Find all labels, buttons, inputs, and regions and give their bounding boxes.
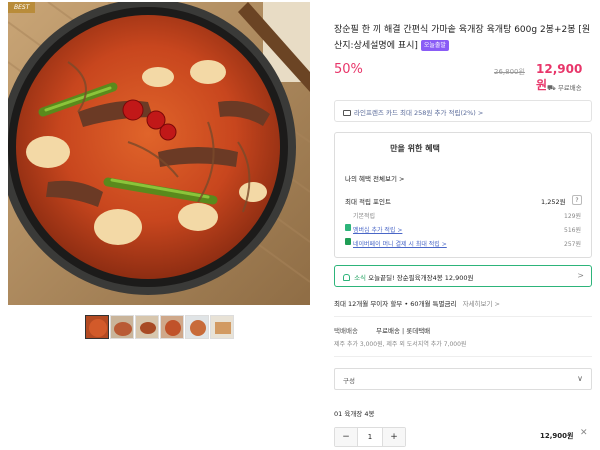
chevron-down-icon: ∨ <box>577 374 583 383</box>
delivery-method-value: 무료배송 | 롯데택배 <box>376 327 431 335</box>
quantity-input[interactable]: 1 <box>357 428 383 446</box>
point-row-value: 516원 <box>564 227 581 234</box>
remove-item-icon[interactable]: ✕ <box>580 428 588 438</box>
thumbnail-1[interactable] <box>85 315 109 339</box>
installment-more-link[interactable]: 자세히보기 > <box>463 300 500 308</box>
option-select-label: 구성 <box>343 377 355 385</box>
card-benefit-banner[interactable]: 라인프렌즈 카드 최대 258원 추가 적립(2%) > <box>334 100 592 122</box>
card-benefit-text: 라인프렌즈 카드 최대 258원 추가 적립(2%) > <box>354 109 484 117</box>
point-row-value: 129원 <box>564 213 581 220</box>
divider <box>334 356 592 357</box>
thumbnail-6[interactable] <box>210 315 234 339</box>
product-main-image[interactable]: BEST <box>8 2 310 305</box>
deal-notification-bar[interactable]: 소식 오늘끝딜! 장순필육개장4봉 12,900원 > <box>334 265 592 287</box>
point-row-label: 기본적립 <box>353 213 376 220</box>
shipping-info: ⛟ 무료배송 <box>547 82 582 93</box>
bell-icon <box>343 274 350 281</box>
quantity-stepper: − 1 + <box>334 427 406 447</box>
delivery-extra-fee-note: 제주 추가 3,000원, 제주 외 도서지역 추가 7,000원 <box>334 341 467 348</box>
help-icon[interactable]: ? <box>572 195 582 205</box>
benefit-box: 만을 위한 혜택 나의 혜택 전체보기 > 최대 적립 포인트 1,252원 ?… <box>334 132 592 258</box>
truck-icon: ⛟ <box>547 84 556 92</box>
thumbnail-strip <box>85 315 234 339</box>
divider <box>334 316 592 317</box>
installment-info: 최대 12개월 무이자 할부 • 60개월 특별금리 자세히보기 > <box>334 298 500 308</box>
delivery-method-label: 택배배송 <box>334 327 358 335</box>
point-row-label[interactable]: 멤버십 추가 적립 > <box>353 225 402 234</box>
original-price: 26,800원 <box>494 68 525 76</box>
max-point-label: 최대 적립 포인트 <box>345 198 391 206</box>
thumbnail-4[interactable] <box>160 315 184 339</box>
today-ship-badge: 오늘출발 <box>420 40 449 51</box>
thumbnail-3[interactable] <box>135 315 159 339</box>
discount-rate: 50% <box>334 62 363 77</box>
point-row-value: 257원 <box>564 241 581 248</box>
view-all-benefits-link[interactable]: 나의 혜택 전체보기 > <box>345 173 405 183</box>
quantity-plus-button[interactable]: + <box>383 428 405 446</box>
max-point-value: 1,252원 <box>541 198 566 206</box>
product-title: 장순필 한 끼 해결 간편식 가마솥 육개장 육개탕 600g 2봉+2봉 [원… <box>334 22 592 54</box>
selected-item-price: 12,900원 <box>540 432 574 440</box>
product-title-text: 장순필 한 끼 해결 간편식 가마솥 육개장 육개탕 600g 2봉+2봉 [원… <box>334 25 591 51</box>
installment-text: 최대 12개월 무이자 할부 • 60개월 특별금리 <box>334 300 457 308</box>
benefit-title: 만을 위한 혜택 <box>390 144 440 153</box>
best-badge: BEST <box>8 2 36 13</box>
notify-tag: 소식 <box>354 274 367 282</box>
membership-icon <box>345 224 351 231</box>
chevron-right-icon: > <box>577 271 584 280</box>
selected-item-name: 01 육개장 4봉 <box>334 410 375 418</box>
stew-photo <box>8 2 310 305</box>
naverpay-icon <box>345 238 351 245</box>
quantity-minus-button[interactable]: − <box>335 428 357 446</box>
point-row-label[interactable]: 네이버페이 머니 결제 시 최대 적립 > <box>353 239 447 248</box>
shipping-text: 무료배송 <box>557 84 582 92</box>
thumbnail-2[interactable] <box>110 315 134 339</box>
thumbnail-5[interactable] <box>185 315 209 339</box>
credit-card-icon <box>343 110 351 116</box>
option-select[interactable]: 구성 ∨ <box>334 368 592 390</box>
notify-text: 오늘끝딜! 장순필육개장4봉 12,900원 <box>368 274 474 282</box>
